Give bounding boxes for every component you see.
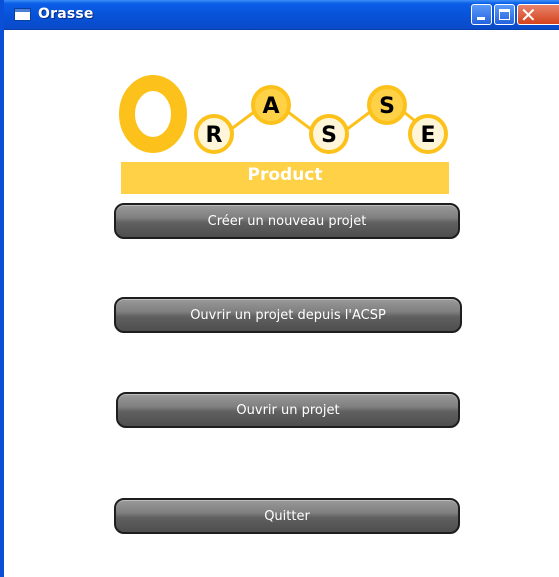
logo-letter: S bbox=[379, 94, 395, 119]
minimize-button[interactable] bbox=[471, 4, 492, 25]
quit-button[interactable]: Quitter bbox=[114, 498, 460, 534]
app-window-icon bbox=[14, 8, 31, 21]
open-project-button[interactable]: Ouvrir un projet bbox=[116, 392, 460, 428]
logo-letter: A bbox=[262, 94, 279, 119]
logo-letter-r: R bbox=[194, 114, 234, 154]
title-bar[interactable]: Orasse ✕ bbox=[4, 0, 559, 30]
logo-big-o-ring bbox=[119, 75, 187, 153]
logo-product-band: Product bbox=[121, 162, 449, 194]
logo-letter: S bbox=[321, 123, 337, 148]
logo-product-label: Product bbox=[247, 165, 323, 185]
logo-letter-s1: S bbox=[309, 114, 349, 154]
close-button[interactable]: ✕ bbox=[517, 3, 559, 27]
close-icon: ✕ bbox=[520, 3, 537, 27]
logo-letter: E bbox=[420, 123, 435, 148]
main-window: Orasse ✕ O R A S S E Product Créer un no… bbox=[0, 0, 559, 577]
logo-letter-a: A bbox=[251, 85, 291, 125]
orasse-logo-graphic: O R A S S E bbox=[119, 75, 448, 154]
open-from-acsp-button[interactable]: Ouvrir un projet depuis l'ACSP bbox=[114, 297, 462, 333]
logo-letter-e: E bbox=[408, 114, 448, 154]
maximize-button[interactable] bbox=[494, 4, 515, 25]
window-title: Orasse bbox=[38, 6, 94, 22]
logo-letter-s2: S bbox=[367, 85, 407, 125]
logo-big-letter: O bbox=[153, 129, 154, 131]
maximize-icon bbox=[499, 9, 510, 20]
orasse-logo: O R A S S E Product bbox=[118, 72, 454, 194]
logo-letter: R bbox=[206, 123, 223, 148]
minimize-icon bbox=[477, 17, 485, 20]
new-project-button[interactable]: Créer un nouveau projet bbox=[114, 203, 460, 239]
